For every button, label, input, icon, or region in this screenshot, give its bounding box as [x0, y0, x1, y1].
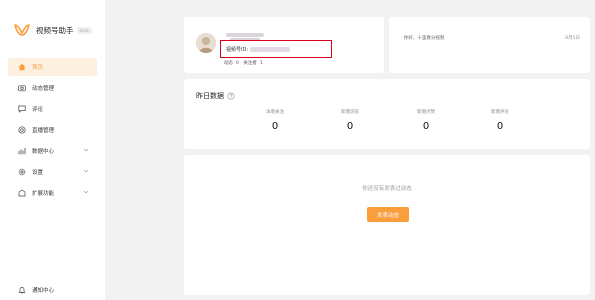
- home-icon: [18, 63, 26, 71]
- nickname-redacted: [226, 33, 264, 37]
- brand-title: 视频号助手: [36, 25, 74, 35]
- notice-date: 8月5日: [565, 36, 580, 41]
- stat-label: 净增关注: [266, 110, 284, 115]
- sidebar-item-label: 首页: [32, 65, 44, 71]
- sidebar-item-notifications[interactable]: 通知中心: [8, 281, 97, 299]
- stat-new-views: 新增浏览 0: [320, 109, 380, 132]
- channels-logo-icon: [14, 24, 30, 36]
- comment-icon: [18, 105, 26, 113]
- notice-card: · 你好，十里春分视频 8月5日: [389, 17, 590, 73]
- avatar[interactable]: [196, 33, 216, 53]
- sidebar-bottom: 通知中心: [8, 281, 97, 300]
- stat-value: 0: [346, 121, 354, 132]
- sidebar-item-label: 动态管理: [32, 86, 55, 92]
- extension-icon: [18, 189, 26, 197]
- chart-icon: [18, 148, 26, 155]
- stat-value: 0: [422, 121, 430, 132]
- posts-count: 0: [236, 61, 239, 66]
- stat-new-likes: 新增点赞 0: [396, 109, 456, 132]
- sidebar-item-posts[interactable]: 动态管理: [8, 79, 97, 97]
- sidebar-item-label: 扩展功能: [32, 191, 55, 197]
- yesterday-data-card: 昨日数据 净增关注 0 新增浏览 0 新增点赞 0 新增评论 0: [184, 79, 590, 149]
- notice-text[interactable]: · 你好，十里春分视频: [401, 35, 444, 41]
- stat-net-followers: 净增关注 0: [245, 109, 305, 132]
- stat-label: 新增浏览: [341, 110, 359, 115]
- following-count: 1: [259, 61, 263, 66]
- publish-post-button[interactable]: 发表动态: [367, 207, 409, 222]
- video-id-label: 视频号ID:: [226, 47, 249, 53]
- sidebar-item-label: 设置: [32, 170, 44, 176]
- brand-badge: beta: [76, 26, 92, 34]
- following-label: 关注者: [243, 61, 257, 66]
- yesterday-title-text: 昨日数据: [196, 92, 224, 100]
- video-id-highlight: 视频号ID:: [220, 40, 332, 58]
- gear-icon: [18, 168, 26, 176]
- sidebar-item-live[interactable]: 直播管理: [8, 121, 97, 139]
- stat-value: 0: [496, 121, 504, 132]
- posts-empty-card: 你还没有发表过动态 发表动态: [184, 155, 590, 295]
- sidebar-item-label: 通知中心: [32, 288, 55, 294]
- sidebar-item-label: 评论: [32, 107, 44, 113]
- help-icon[interactable]: [227, 92, 235, 100]
- yesterday-data-title: 昨日数据: [196, 91, 235, 101]
- brand[interactable]: 视频号助手 beta: [14, 22, 92, 38]
- sidebar: 视频号助手 beta 首页 动态管理 评论 直播管理 数据中心 设置 扩展功能 …: [0, 0, 105, 300]
- sidebar-item-label: 数据中心: [32, 149, 55, 155]
- stat-value: 0: [271, 121, 279, 132]
- sidebar-item-extensions[interactable]: 扩展功能: [8, 184, 97, 202]
- bell-icon: [18, 287, 26, 294]
- sidebar-nav: 首页 动态管理 评论 直播管理 数据中心 设置 扩展功能: [8, 58, 97, 205]
- avatar-image-icon: [196, 33, 216, 53]
- live-icon: [18, 126, 26, 134]
- sidebar-item-home[interactable]: 首页: [8, 58, 97, 76]
- chevron-down-icon: [83, 190, 89, 194]
- chevron-down-icon: [83, 148, 89, 152]
- empty-state-text: 你还没有发表过动态: [362, 186, 412, 192]
- posts-label: 动态: [224, 61, 233, 66]
- sidebar-item-comments[interactable]: 评论: [8, 100, 97, 118]
- stat-label: 新增评论: [491, 110, 509, 115]
- sidebar-item-data-center[interactable]: 数据中心: [8, 142, 97, 160]
- sidebar-item-settings[interactable]: 设置: [8, 163, 97, 181]
- profile-card: 视频号ID: 动态 0 关注者 1: [184, 17, 384, 73]
- sidebar-item-label: 直播管理: [32, 128, 55, 134]
- chevron-down-icon: [83, 169, 89, 173]
- stat-label: 新增点赞: [417, 110, 435, 115]
- profile-stats: 动态 0 关注者 1: [224, 60, 266, 66]
- stat-new-comments: 新增评论 0: [470, 109, 530, 132]
- camera-icon: [18, 85, 26, 92]
- video-id-redacted: [250, 47, 290, 52]
